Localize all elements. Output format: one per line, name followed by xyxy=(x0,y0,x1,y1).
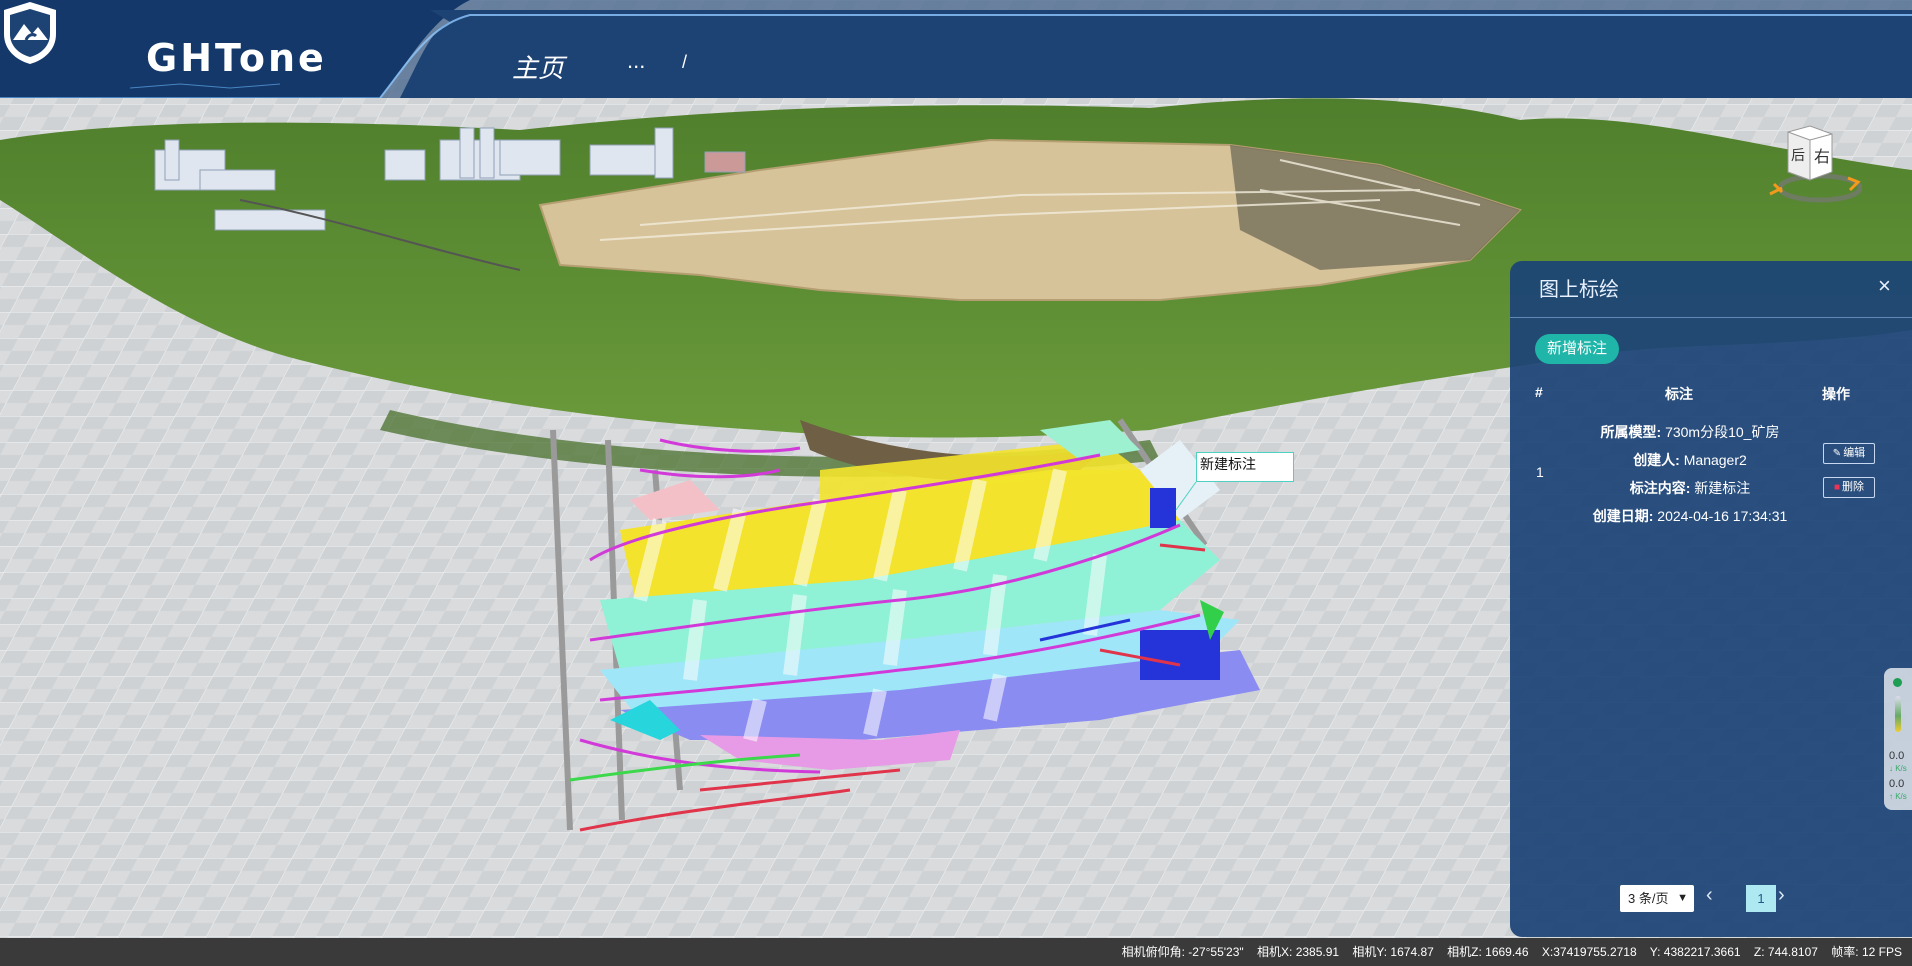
coord-x: X:37419755.2718 xyxy=(1541,945,1637,959)
panel-title: 图上标绘 xyxy=(1539,279,1619,301)
date-value: 2024-04-16 17:34:31 xyxy=(1657,508,1788,524)
prev-page-button[interactable]: ‹ xyxy=(1706,884,1713,907)
panel-divider xyxy=(1510,317,1912,318)
delete-label: 删除 xyxy=(1842,481,1865,493)
model-key: 所属模型: xyxy=(1600,424,1662,440)
network-speed-widget: 0.0 ↓ K/s 0.0 ↑ K/s xyxy=(1884,668,1912,810)
page-size-select[interactable]: 3 条/页 ▼ xyxy=(1620,885,1694,912)
up-speed-unit: ↑ K/s xyxy=(1889,792,1907,801)
down-speed-value: 0.0 xyxy=(1889,750,1905,762)
pencil-icon: ✎ xyxy=(1832,448,1842,459)
delete-button[interactable]: ■ 删除 xyxy=(1823,477,1875,498)
page-size-value: 3 条/页 xyxy=(1628,891,1669,906)
status-dot-icon xyxy=(1893,678,1902,687)
cube-face-front: 右 xyxy=(1814,147,1830,166)
next-page-button[interactable]: › xyxy=(1778,884,1785,907)
scene-annotation-label[interactable]: 新建标注 xyxy=(1196,452,1294,482)
status-bar: 相机俯仰角: -27°55'23" 相机X: 2385.91 相机Y: 1674… xyxy=(0,938,1912,966)
camera-pitch: 相机俯仰角: -27°55'23" xyxy=(1121,945,1244,959)
trash-icon: ■ xyxy=(1833,482,1841,493)
row-index: 1 xyxy=(1536,464,1544,480)
camera-y: 相机Y: 1674.87 xyxy=(1352,945,1434,959)
nav-more[interactable]: ... xyxy=(627,48,645,74)
row-date: 创建日期: 2024-04-16 17:34:31 xyxy=(1570,506,1810,526)
page-1-button[interactable]: 1 xyxy=(1746,885,1776,912)
add-annotation-button[interactable]: 新增标注 xyxy=(1535,334,1619,364)
nav-separator: / xyxy=(682,52,688,72)
up-speed-value: 0.0 xyxy=(1889,778,1905,790)
coord-z: Z: 744.8107 xyxy=(1753,945,1818,959)
frame-rate: 帧率: 12 FPS xyxy=(1831,945,1902,959)
model-value: 730m分段10_矿房 xyxy=(1665,424,1780,440)
coord-y: Y: 4382217.3661 xyxy=(1649,945,1741,959)
camera-x: 相机X: 2385.91 xyxy=(1257,945,1340,959)
nav-home[interactable]: 主页 xyxy=(512,48,564,85)
close-icon[interactable]: × xyxy=(1878,273,1891,299)
chevron-down-icon: ▼ xyxy=(1677,892,1688,904)
column-header-label: 标注 xyxy=(1665,386,1693,402)
cube-face-side: 后 xyxy=(1791,148,1805,164)
date-key: 创建日期: xyxy=(1592,508,1654,524)
row-creator: 创建人: Manager2 xyxy=(1570,450,1810,470)
down-speed-unit: ↓ K/s xyxy=(1889,764,1907,773)
edit-label: 编辑 xyxy=(1843,447,1866,459)
creator-key: 创建人: xyxy=(1633,452,1680,468)
row-content: 标注内容: 新建标注 xyxy=(1570,478,1810,498)
content-key: 标注内容: xyxy=(1629,480,1691,496)
edit-button[interactable]: ✎ 编辑 xyxy=(1823,443,1875,464)
content-value: 新建标注 xyxy=(1694,480,1751,496)
brand-logo-icon xyxy=(4,2,56,64)
camera-z: 相机Z: 1669.46 xyxy=(1447,945,1529,959)
speed-gauge-icon xyxy=(1895,696,1901,732)
annotation-panel: 图上标绘 × 新增标注 # 标注 操作 1 所属模型: 730m分段10_矿房 … xyxy=(1510,261,1912,937)
column-header-index: # xyxy=(1535,384,1543,400)
row-model: 所属模型: 730m分段10_矿房 xyxy=(1570,422,1810,442)
header-bar: GHTone 主页 ... / xyxy=(0,0,1912,98)
brand-name: GHTone xyxy=(146,36,327,80)
creator-value: Manager2 xyxy=(1683,452,1747,468)
column-header-ops: 操作 xyxy=(1822,386,1850,402)
navigation-cube[interactable]: 后 右 xyxy=(1762,122,1862,212)
